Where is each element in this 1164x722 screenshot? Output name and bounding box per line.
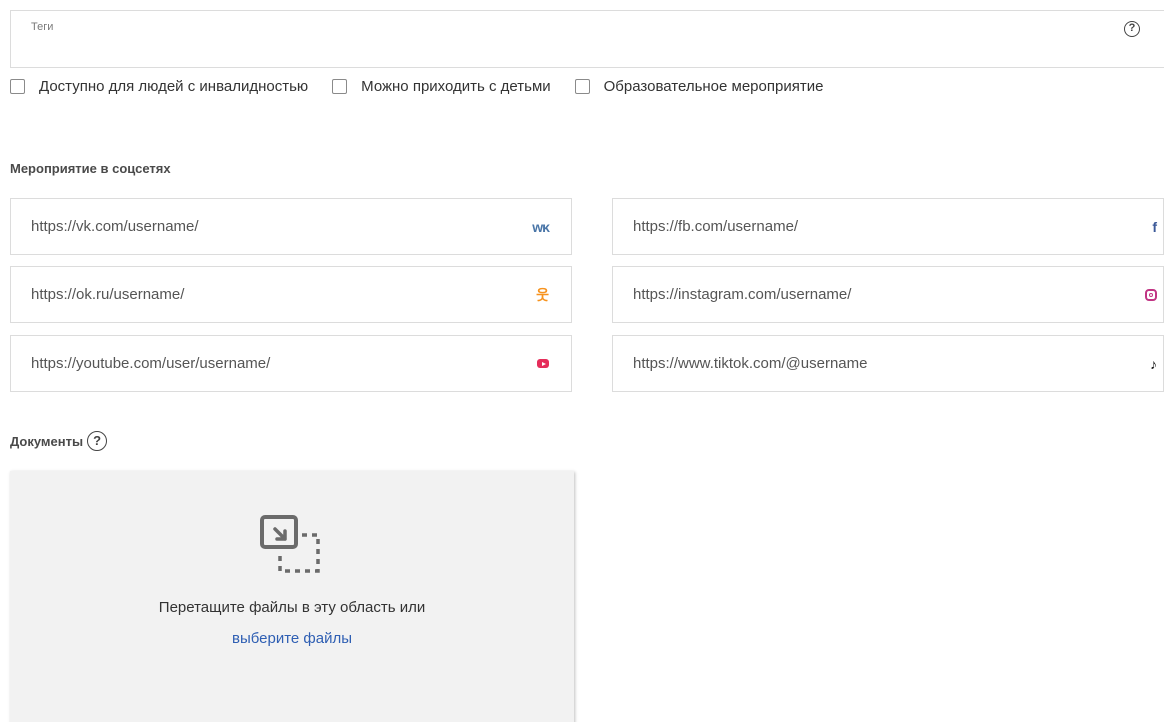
documents-title-text: Документы [10,433,84,449]
checkbox-with-children-label: Можно приходить с детьми [361,77,551,95]
vk-url-input[interactable]: https://vk.com/username/ ᴡᴋ [10,198,572,255]
checkbox-with-children[interactable]: Можно приходить с детьми [332,77,551,95]
checkbox-accessible-label: Доступно для людей с инвалидностью [39,77,309,95]
checkbox-with-children-box[interactable] [332,78,348,94]
tags-label: Теги [31,21,54,33]
instagram-icon [1145,288,1157,301]
facebook-icon: f [1152,218,1157,235]
facebook-url-placeholder: https://fb.com/username/ [633,218,799,235]
checkbox-accessible-box[interactable] [10,78,25,94]
vk-url-placeholder: https://vk.com/username/ [31,218,199,235]
checkbox-educational-label: Образовательное мероприятие [603,77,824,95]
file-drop-icon [260,515,320,573]
file-dropzone[interactable]: Перетащите файлы в эту область или выбер… [10,471,574,722]
tiktok-url-placeholder: https://www.tiktok.com/@username [633,355,868,372]
instagram-url-input[interactable]: https://instagram.com/username/ [612,266,1164,323]
tags-input[interactable]: Теги [10,10,1164,68]
choose-files-link[interactable]: выберите файлы [10,630,574,647]
instagram-icon-wrap [1145,267,1157,322]
social-section-title: Мероприятие в соцсетях [10,161,171,176]
youtube-icon-wrap [537,336,549,391]
ok-url-input[interactable]: https://ok.ru/username/ 웃 [10,266,572,323]
checkbox-accessible[interactable]: Доступно для людей с инвалидностью [10,78,308,95]
documents-help-icon[interactable]: ? [87,431,108,451]
youtube-url-placeholder: https://youtube.com/user/username/ [31,355,271,372]
tags-help-icon[interactable]: ? [1124,21,1140,37]
ok-url-placeholder: https://ok.ru/username/ [31,286,185,303]
dropzone-instruction: Перетащите файлы в эту область или [158,599,426,616]
facebook-url-input[interactable]: https://fb.com/username/ f [612,198,1164,255]
vk-icon: ᴡᴋ [532,218,550,235]
odnoklassniki-icon: 웃 [536,286,549,303]
checkbox-educational-box[interactable] [574,78,590,94]
tiktok-icon: ♪ [1150,355,1157,372]
instagram-url-placeholder: https://instagram.com/username/ [633,286,852,303]
event-form-page: Теги ? Доступно для людей с инвалидность… [0,0,1164,722]
youtube-icon [537,359,549,368]
documents-section-title: Документы ? [10,431,108,451]
event-options: Доступно для людей с инвалидностью Можно… [10,75,847,97]
tiktok-url-input[interactable]: https://www.tiktok.com/@username ♪ [612,335,1164,392]
checkbox-educational[interactable]: Образовательное мероприятие [574,77,824,95]
youtube-url-input[interactable]: https://youtube.com/user/username/ [10,335,572,392]
